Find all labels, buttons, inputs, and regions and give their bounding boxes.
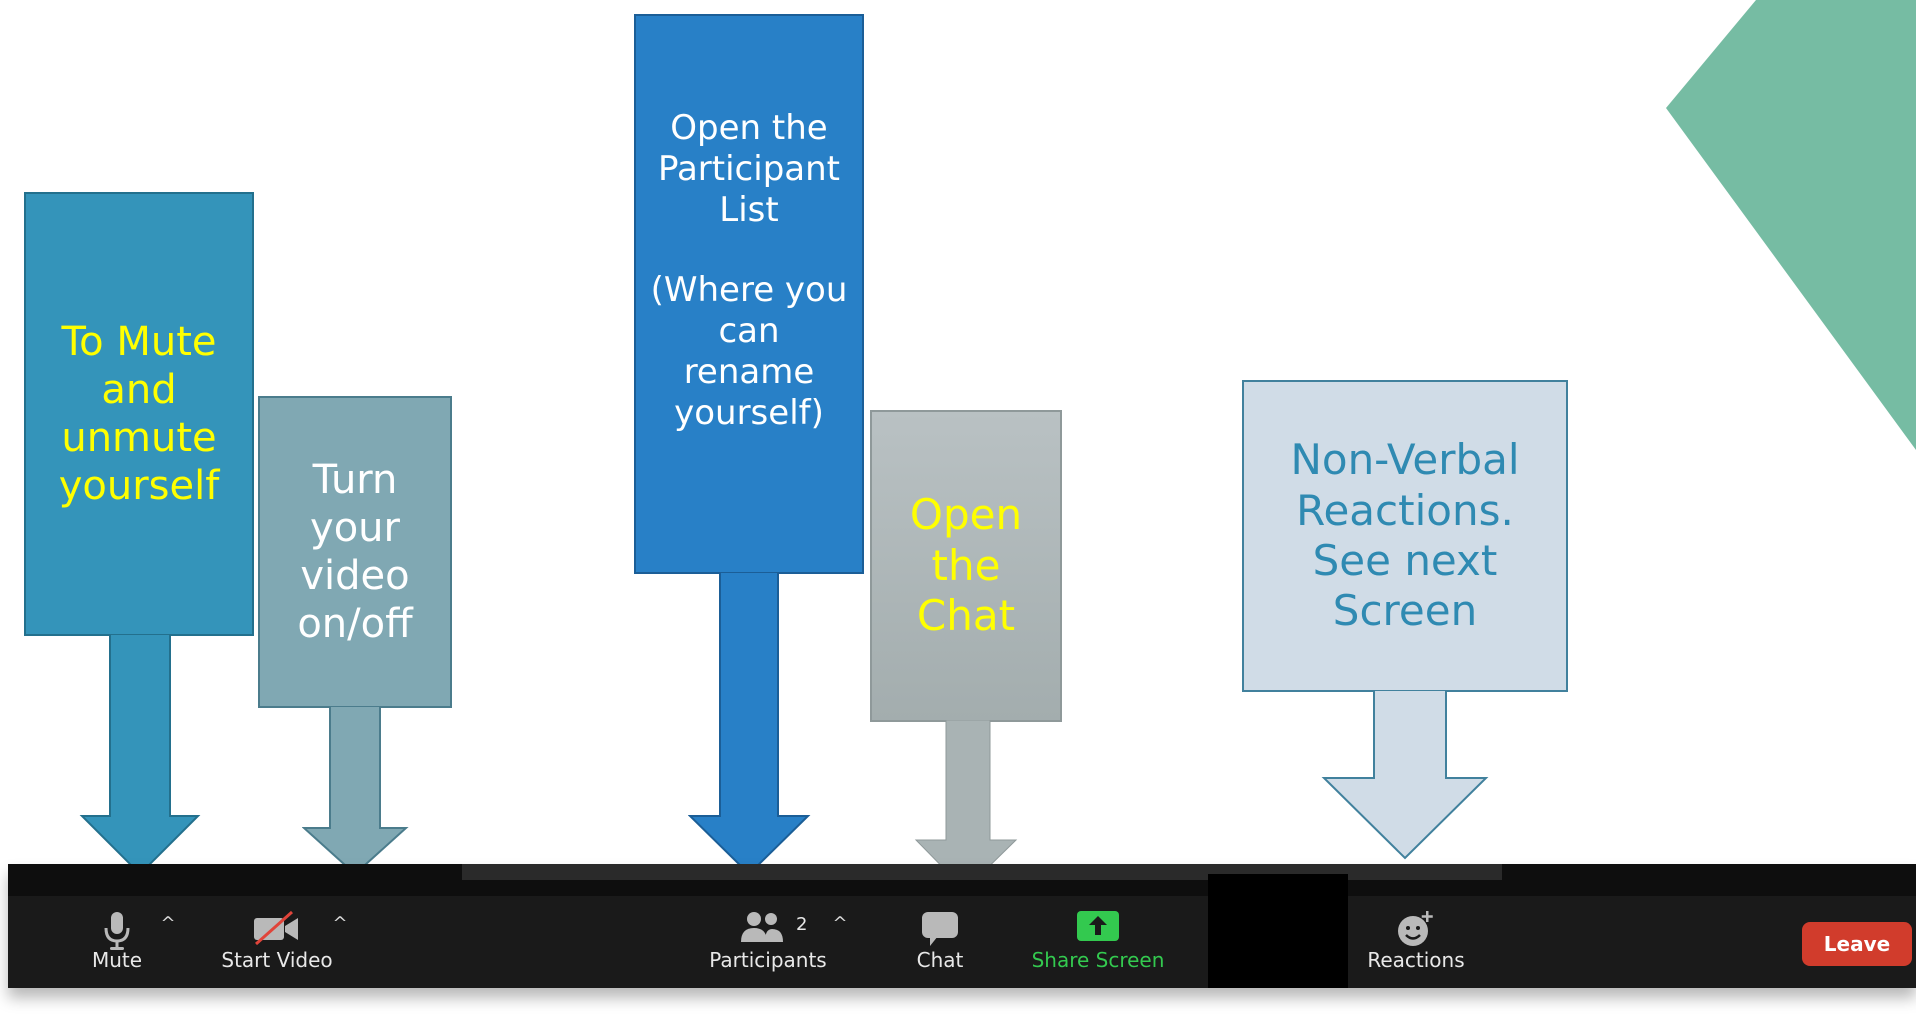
reactions-arrow [1321, 690, 1489, 860]
mute-label: Mute [91, 948, 143, 972]
video-options-chevron-up-icon[interactable]: ^ [328, 912, 352, 936]
redacted-block [1208, 874, 1348, 988]
leave-button[interactable]: Leave [1802, 922, 1912, 966]
add-reaction-icon [1398, 911, 1433, 946]
reactions-label: Reactions [1367, 948, 1465, 972]
share-screen-label: Share Screen [1031, 948, 1165, 972]
chat-bubble-icon [922, 912, 958, 946]
chat-label: Chat [916, 948, 964, 972]
video-callout-box: Turn your video on/off [258, 396, 452, 708]
start-video-label: Start Video [221, 948, 333, 972]
participant-count: 2 [796, 914, 808, 935]
chat-callout-box: Open the Chat [870, 410, 1062, 722]
mute-arrow [79, 634, 201, 876]
mute-callout-box: To Mute and unmute yourself [24, 192, 254, 636]
mute-button[interactable]: Mute [70, 904, 164, 984]
participants-arrow [688, 572, 811, 876]
share-screen-button[interactable]: Share Screen [1018, 904, 1178, 984]
participants-button[interactable]: 2 Participants [698, 904, 838, 984]
video-off-icon [254, 910, 298, 946]
reactions-button[interactable]: Reactions [1354, 904, 1478, 984]
start-video-button[interactable]: Start Video [214, 904, 340, 984]
meeting-toolbar: Mute ^ Start Video ^ 2 Participants ^ Ch… [8, 864, 1916, 988]
reactions-callout-box: Non-Verbal Reactions. See next Screen [1242, 380, 1568, 692]
mute-options-chevron-up-icon[interactable]: ^ [156, 912, 180, 936]
participants-label: Participants [709, 948, 827, 972]
toolbar-top-strip [8, 864, 1916, 896]
share-screen-icon [1077, 911, 1119, 941]
video-arrow [302, 706, 409, 876]
participants-callout-box: Open the Participant List (Where you can… [634, 14, 864, 574]
chat-button[interactable]: Chat [896, 904, 984, 984]
microphone-icon [104, 912, 130, 950]
participants-options-chevron-up-icon[interactable]: ^ [828, 912, 852, 936]
participants-icon [741, 912, 784, 942]
